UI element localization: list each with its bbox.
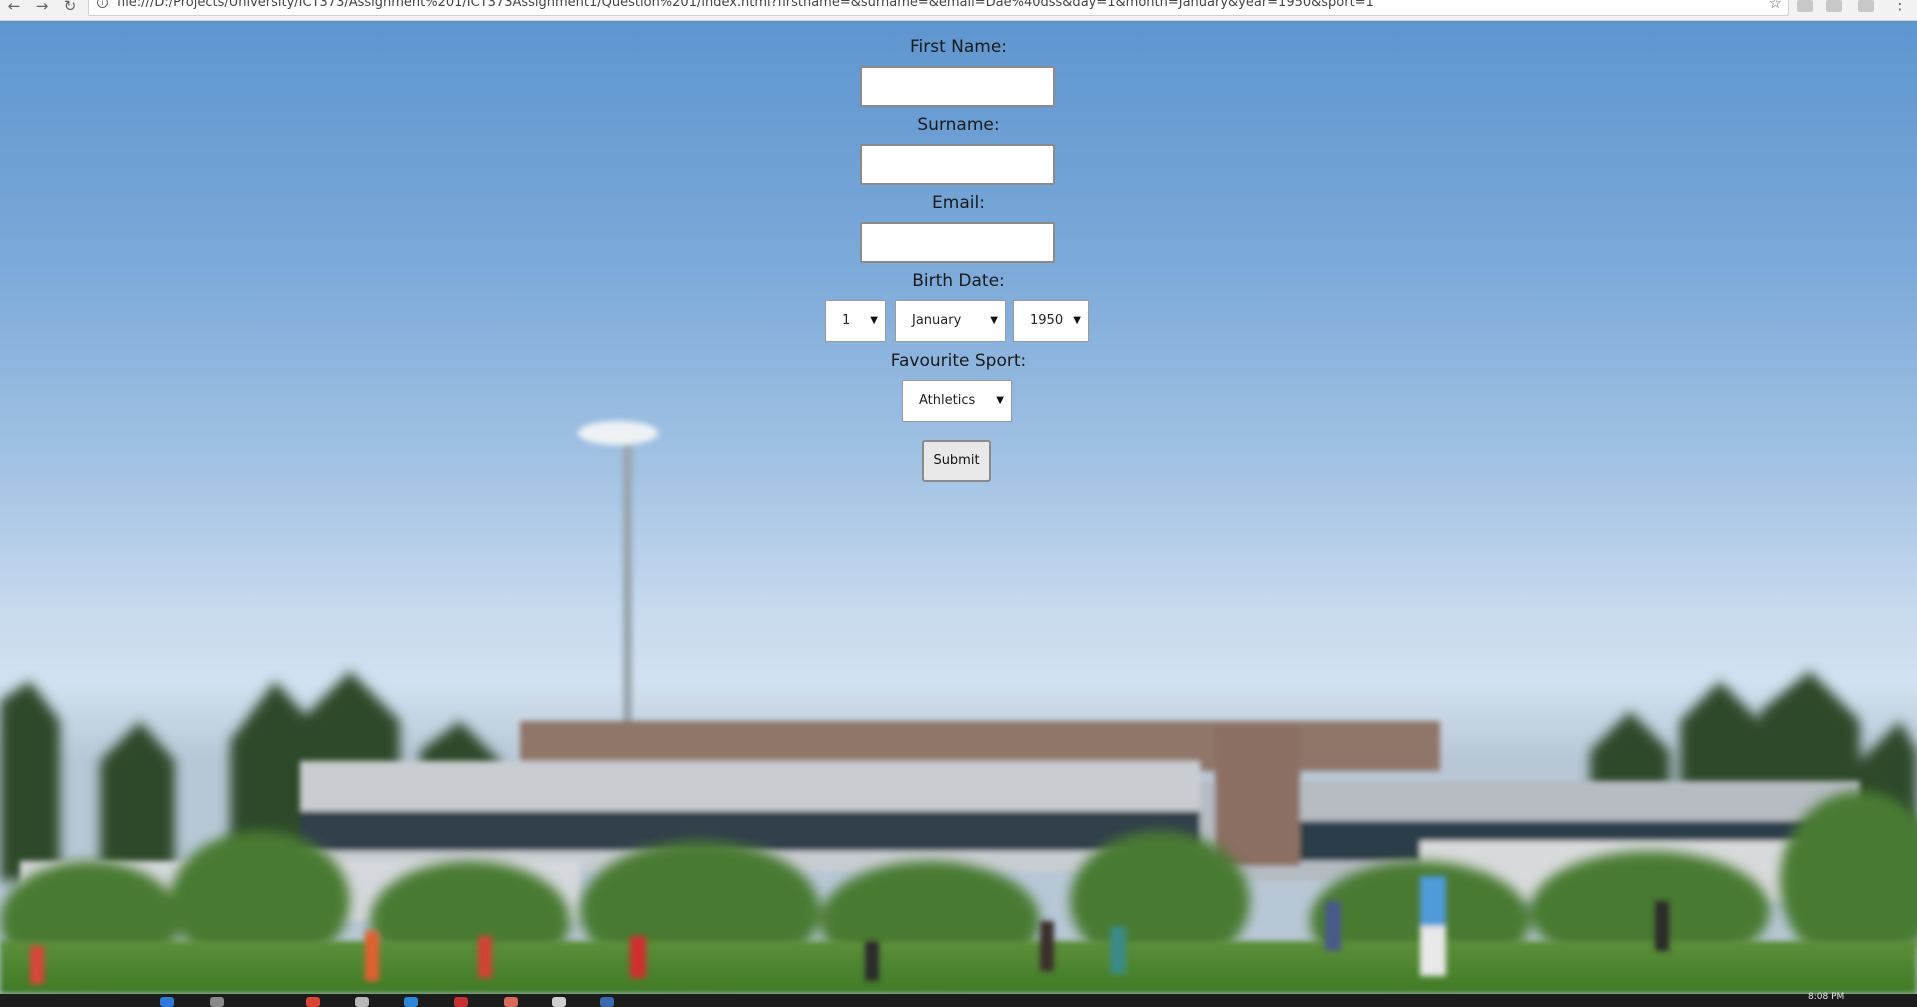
month-value: January <box>912 313 962 328</box>
reload-icon[interactable]: ↻ <box>60 0 80 16</box>
extension-icon[interactable] <box>1797 0 1813 12</box>
app-icon[interactable] <box>552 997 566 1007</box>
app-icon[interactable] <box>454 997 468 1007</box>
sport-select[interactable]: Athletics ▼ <box>902 380 1012 422</box>
chrome-icon[interactable] <box>306 997 320 1007</box>
browser-toolbar: ← → ↻ i file:///D:/Projects/University/I… <box>0 0 1917 21</box>
dropdown-arrow-icon: ▼ <box>996 395 1004 406</box>
surname-label: Surname: <box>917 115 1000 135</box>
dropdown-arrow-icon: ▼ <box>990 315 998 326</box>
birth-date-label: Birth Date: <box>912 271 1005 291</box>
app-icon[interactable] <box>160 997 174 1007</box>
email-input[interactable] <box>860 222 1055 263</box>
extension-icon[interactable] <box>1826 0 1842 12</box>
first-name-input[interactable] <box>860 66 1055 107</box>
address-bar[interactable]: i file:///D:/Projects/University/ICT373/… <box>88 0 1789 16</box>
windows-taskbar: 8:08 PM <box>0 992 1917 1007</box>
forward-arrow-icon[interactable]: → <box>32 0 52 16</box>
menu-icon[interactable]: ⋮ <box>1892 0 1908 12</box>
first-name-label: First Name: <box>909 37 1008 57</box>
star-icon[interactable]: ☆ <box>1769 0 1782 11</box>
year-select[interactable]: 1950 ▼ <box>1013 300 1089 342</box>
back-arrow-icon[interactable]: ← <box>4 0 24 16</box>
taskbar-clock[interactable]: 8:08 PM <box>1808 992 1844 1002</box>
day-value: 1 <box>842 313 851 328</box>
sport-value: Athletics <box>919 393 976 408</box>
day-select[interactable]: 1 ▼ <box>825 300 886 342</box>
app-icon[interactable] <box>210 997 224 1007</box>
app-icon[interactable] <box>504 997 518 1007</box>
app-icon[interactable] <box>600 997 614 1007</box>
favourite-sport-label: Favourite Sport: <box>890 351 1027 371</box>
year-value: 1950 <box>1030 313 1064 328</box>
app-icon[interactable] <box>355 997 369 1007</box>
extension-icon[interactable] <box>1858 0 1874 12</box>
registration-form: First Name: Surname: Email: Birth Date: … <box>0 21 1917 521</box>
submit-button[interactable]: Submit <box>922 440 991 482</box>
page-background: First Name: Surname: Email: Birth Date: … <box>0 21 1917 994</box>
url-text[interactable]: file:///D:/Projects/University/ICT373/As… <box>117 0 1737 9</box>
email-label: Email: <box>932 193 985 213</box>
dropdown-arrow-icon: ▼ <box>1073 315 1081 326</box>
app-icon[interactable] <box>404 997 418 1007</box>
month-select[interactable]: January ▼ <box>895 300 1006 342</box>
surname-input[interactable] <box>860 144 1055 185</box>
dropdown-arrow-icon: ▼ <box>870 315 878 326</box>
info-icon[interactable]: i <box>97 0 108 8</box>
